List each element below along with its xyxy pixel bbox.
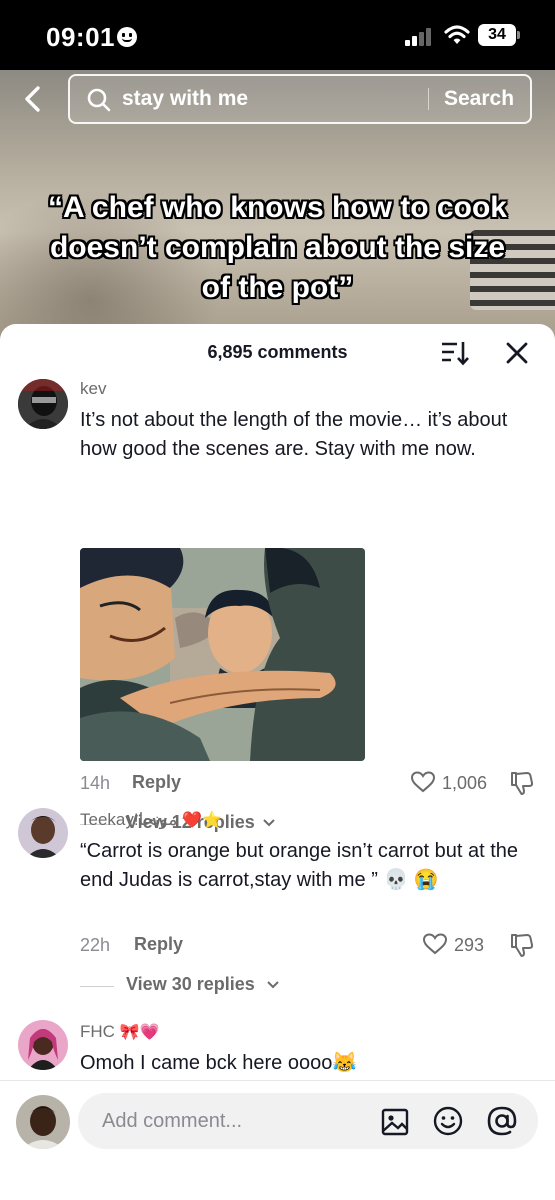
comment-actions: 22h Reply 293 xyxy=(80,932,540,960)
close-icon[interactable] xyxy=(504,340,530,366)
comment-image[interactable] xyxy=(80,548,365,761)
video-player[interactable]: stay with me Search “A chef who knows ho… xyxy=(0,70,555,340)
comments-header: 6,895 comments xyxy=(0,324,555,380)
avatar[interactable] xyxy=(18,808,68,858)
battery-level: 34 xyxy=(488,26,506,43)
comment-username[interactable]: FHC 🎀💗 xyxy=(80,1022,160,1042)
cellular-signal-icon xyxy=(405,28,435,46)
username-text: kev xyxy=(80,379,107,398)
view-replies-label: View 30 replies xyxy=(126,974,255,994)
avatar-image xyxy=(18,1020,68,1070)
comment-username[interactable]: kev xyxy=(80,379,106,399)
wifi-icon xyxy=(444,25,470,44)
chevron-down-icon xyxy=(267,981,279,989)
emoji-icon[interactable] xyxy=(432,1105,464,1137)
focus-face-icon xyxy=(117,27,137,47)
comment-item: kev It’s not about the length of the mov… xyxy=(0,374,555,832)
comment-input[interactable]: Add comment... xyxy=(78,1093,538,1149)
comment-composer: Add comment... xyxy=(0,1080,555,1200)
username-text: Teekay!مونجا xyxy=(80,810,178,829)
username-emoji: 🎀💗 xyxy=(119,1024,160,1041)
comment-time: 14h xyxy=(80,773,111,793)
username-emoji: ❤️⭐ xyxy=(182,812,222,829)
dislike-icon[interactable] xyxy=(508,770,534,796)
comment-text: “Carrot is orange but orange isn’t carro… xyxy=(80,840,519,891)
comment-actions: 14h Reply 1,006 xyxy=(80,770,540,798)
like-count: 1,006 xyxy=(442,773,488,793)
avatar[interactable] xyxy=(18,379,68,429)
back-icon[interactable] xyxy=(18,84,48,114)
avatar-image xyxy=(18,808,68,858)
battery-icon: 34 xyxy=(478,24,520,46)
comment-item: Teekay!مونجا ❤️⭐ “Carrot is orange but o… xyxy=(0,804,555,1004)
comment-time: 22h xyxy=(80,935,111,955)
status-bar: 09:01 34 xyxy=(0,0,555,70)
video-caption: “A chef who knows how to cook doesn’t co… xyxy=(48,191,507,304)
avatar-image xyxy=(18,379,68,429)
image-icon[interactable] xyxy=(380,1107,410,1137)
reply-button[interactable]: Reply xyxy=(132,772,181,793)
my-avatar[interactable] xyxy=(16,1095,70,1149)
heart-icon[interactable] xyxy=(422,932,448,956)
comment-text: Omoh I came bck here oooo😹 xyxy=(80,1052,358,1074)
heart-icon[interactable] xyxy=(410,770,436,794)
search-bar[interactable]: stay with me Search xyxy=(68,74,532,124)
replies-divider xyxy=(80,986,114,987)
search-divider xyxy=(428,88,429,110)
comment-username[interactable]: Teekay!مونجا ❤️⭐ xyxy=(80,810,222,830)
status-time: 09:01 xyxy=(46,22,115,52)
mention-icon[interactable] xyxy=(486,1105,518,1137)
comment-count: 6,895 comments xyxy=(207,342,348,362)
comment-text: It’s not about the length of the movie… … xyxy=(80,409,508,460)
avatar-image xyxy=(16,1095,70,1149)
search-button[interactable]: Search xyxy=(444,76,514,122)
search-icon xyxy=(87,88,111,112)
like-count: 293 xyxy=(454,935,485,955)
comment-placeholder: Add comment... xyxy=(102,1110,243,1132)
meme-illustration xyxy=(80,548,365,761)
search-input[interactable]: stay with me xyxy=(122,76,248,122)
reply-button[interactable]: Reply xyxy=(134,934,183,955)
comments-sheet: 6,895 comments kev It’s not about the le… xyxy=(0,324,555,1200)
sort-icon[interactable] xyxy=(440,340,470,366)
username-text: FHC xyxy=(80,1022,115,1041)
avatar[interactable] xyxy=(18,1020,68,1070)
dislike-icon[interactable] xyxy=(508,932,534,958)
